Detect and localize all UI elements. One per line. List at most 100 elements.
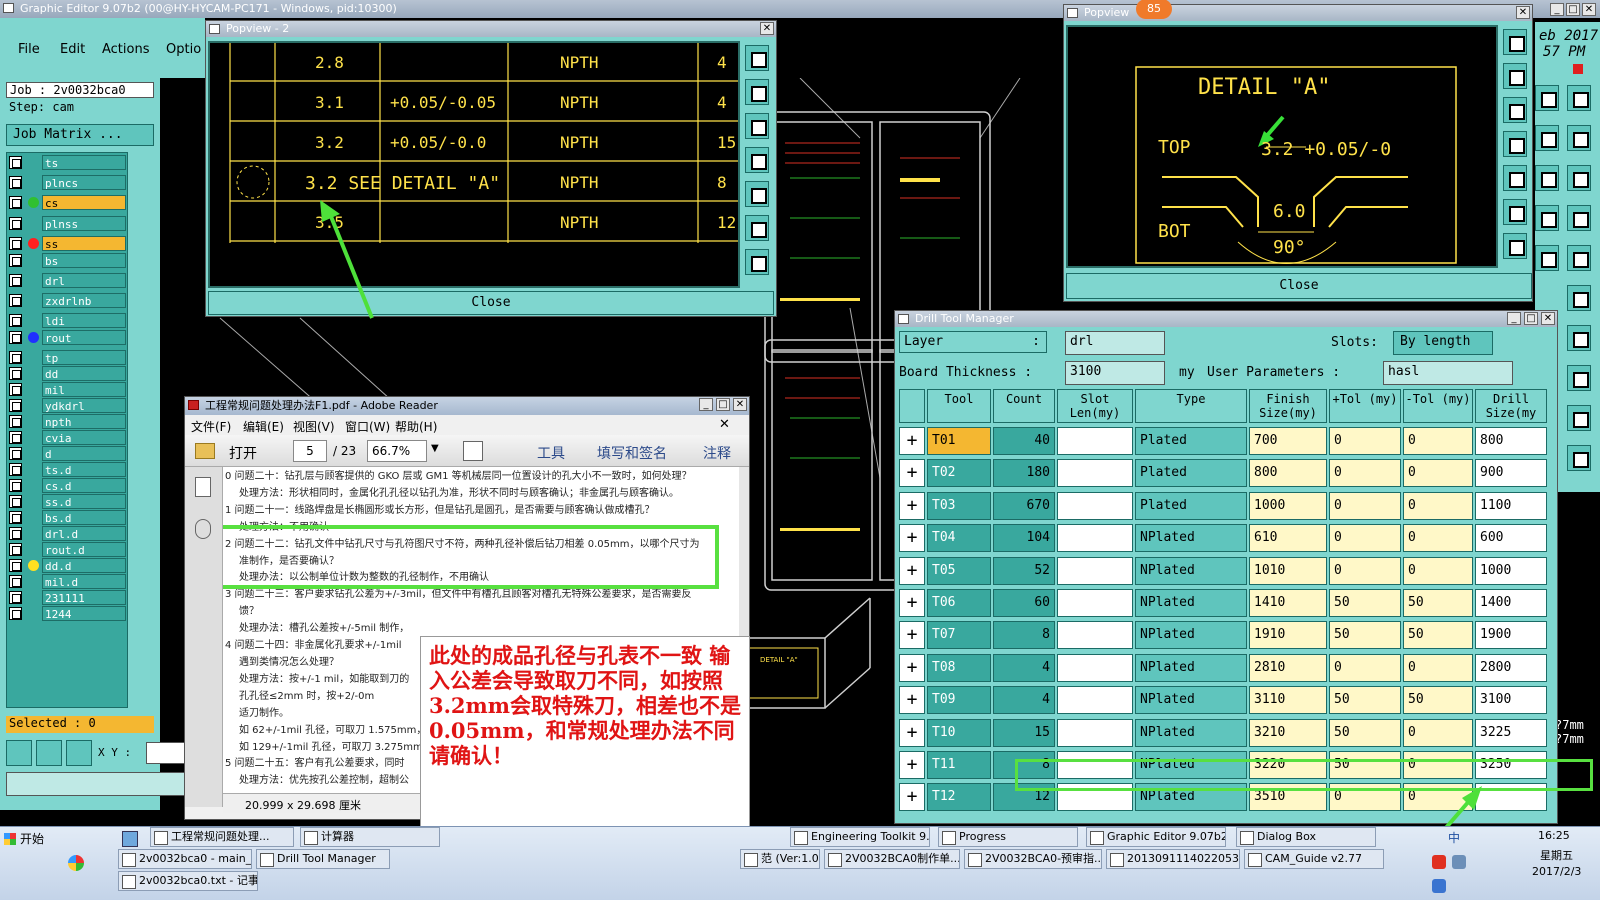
pv2-tool-3[interactable] [745,113,769,139]
tool-id[interactable]: T03 [927,491,991,520]
taskbar-button[interactable]: 2v0032bca0 - main_qa [118,849,252,869]
job-matrix-button[interactable]: Job Matrix ... [6,124,154,146]
minus-tol-input[interactable]: 50 [1403,621,1473,650]
reader-menu-window[interactable]: 窗口(W) [345,418,390,435]
reader-close[interactable]: ✕ [733,398,747,411]
open-folder-icon[interactable] [195,443,215,459]
taskbar-button[interactable]: Progress [938,827,1078,847]
drill-size-input[interactable]: 1100 [1475,491,1547,520]
slot-length-input[interactable] [1057,556,1133,585]
plus-tol-input[interactable]: 50 [1329,621,1401,650]
pages-icon[interactable] [195,477,211,497]
layer-row[interactable]: cs [9,195,127,210]
pv2-tool-7[interactable] [745,249,769,275]
plus-tol-input[interactable]: 0 [1329,459,1401,488]
side-button-14[interactable] [1567,405,1591,431]
layer-checkbox[interactable] [9,217,22,230]
board-thickness-input[interactable]: 3100 [1065,361,1165,385]
drill-size-input[interactable]: 3100 [1475,686,1547,715]
minus-tol-input[interactable]: 0 [1403,427,1473,455]
pv-tool-2[interactable] [1503,63,1527,89]
taskbar-button[interactable]: 计算器 [300,827,440,847]
layer-checkbox[interactable] [9,254,22,267]
zoom-dropdown-icon[interactable]: ▼ [431,443,439,454]
layer-checkbox[interactable] [9,415,22,428]
layer-row[interactable]: ydkdrl [9,398,127,413]
plus-tol-input[interactable]: 0 [1329,653,1401,682]
type-select[interactable]: NPlated [1135,556,1247,585]
tool-id[interactable]: T11 [927,751,991,779]
side-button-2[interactable] [1567,85,1591,111]
clock-time[interactable]: 16:25 [1538,829,1570,842]
tool-id[interactable]: T02 [927,459,991,488]
user-params-input[interactable]: hasl [1383,361,1513,385]
popview2-close-button[interactable]: Close [208,291,774,315]
drill-size-input[interactable]: 2800 [1475,653,1547,682]
layer-row[interactable]: rout [9,330,127,345]
taskbar-button[interactable]: 2v0032bca0.txt - 记事本 [118,871,258,891]
plus-tol-input[interactable]: 0 [1329,427,1401,455]
type-select[interactable]: NPlated [1135,589,1247,617]
taskbar-button[interactable]: Dialog Box [1236,827,1376,847]
finish-size-input[interactable]: 3210 [1249,718,1327,747]
layer-row[interactable]: drl [9,273,127,288]
layer-checkbox[interactable] [9,607,22,620]
expand-row-button[interactable]: + [899,751,925,779]
tool-id[interactable]: T01 [927,427,991,455]
plus-tol-input[interactable]: 0 [1329,556,1401,585]
slots-select[interactable]: By length [1393,331,1493,355]
plus-tol-input[interactable]: 50 [1329,589,1401,617]
layer-checkbox[interactable] [9,294,22,307]
layer-checkbox[interactable] [9,196,22,209]
ime-indicator[interactable]: 中 [1448,829,1460,846]
minus-tol-input[interactable]: 0 [1403,459,1473,488]
layer-checkbox[interactable] [9,511,22,524]
pv-tool-6[interactable] [1503,199,1527,225]
reader-maximize[interactable]: □ [716,398,730,411]
drill-size-input[interactable]: 3225 [1475,718,1547,747]
drill-size-input[interactable]: 1900 [1475,621,1547,650]
slot-length-input[interactable] [1057,459,1133,488]
expand-row-button[interactable]: + [899,783,925,812]
drill-size-input[interactable]: 600 [1475,524,1547,553]
layer-row[interactable]: npth [9,414,127,429]
side-button-10[interactable] [1567,245,1591,271]
reader-doc-close[interactable]: ✕ [719,417,730,432]
taskbar-button[interactable]: Drill Tool Manager [256,849,390,869]
layer-row[interactable]: 231111 [9,590,127,605]
slot-length-input[interactable] [1057,653,1133,682]
pv2-tool-1[interactable] [745,45,769,71]
layer-checkbox[interactable] [9,447,22,460]
type-select[interactable]: NPlated [1135,524,1247,553]
expand-row-button[interactable]: + [899,718,925,747]
layer-checkbox[interactable] [9,463,22,476]
taskbar-button[interactable]: 2V0032BCA0制作单.... [824,849,960,869]
minus-tol-input[interactable]: 0 [1403,653,1473,682]
layer-value[interactable]: drl [1065,331,1165,355]
side-button-15[interactable] [1567,445,1591,471]
taskbar-button[interactable]: Engineering Toolkit 9.0... [790,827,930,847]
type-select[interactable]: Plated [1135,459,1247,488]
slot-length-input[interactable] [1057,427,1133,455]
finish-size-input[interactable]: 1410 [1249,589,1327,617]
finish-size-input[interactable]: 700 [1249,427,1327,455]
layer-checkbox[interactable] [9,237,22,250]
expand-row-button[interactable]: + [899,524,925,553]
minus-tol-input[interactable]: 0 [1403,718,1473,747]
pv2-tool-6[interactable] [745,215,769,241]
layer-row[interactable]: ts.d [9,462,127,477]
finish-size-input[interactable]: 610 [1249,524,1327,553]
attachment-icon[interactable] [195,519,211,539]
layer-row[interactable]: d [9,446,127,461]
popview-close-x[interactable]: ✕ [1516,6,1530,19]
sign-button[interactable]: 填写和签名 [597,443,667,463]
page-input[interactable]: 5 [293,440,327,462]
layer-checkbox[interactable] [9,351,22,364]
slot-length-input[interactable] [1057,621,1133,650]
tray-icon-1[interactable] [1432,855,1446,869]
plus-tol-input[interactable]: 0 [1329,491,1401,520]
layer-checkbox[interactable] [9,575,22,588]
drill-size-input[interactable]: 800 [1475,427,1547,455]
pv-tool-5[interactable] [1503,165,1527,191]
minus-tol-input[interactable]: 50 [1403,589,1473,617]
